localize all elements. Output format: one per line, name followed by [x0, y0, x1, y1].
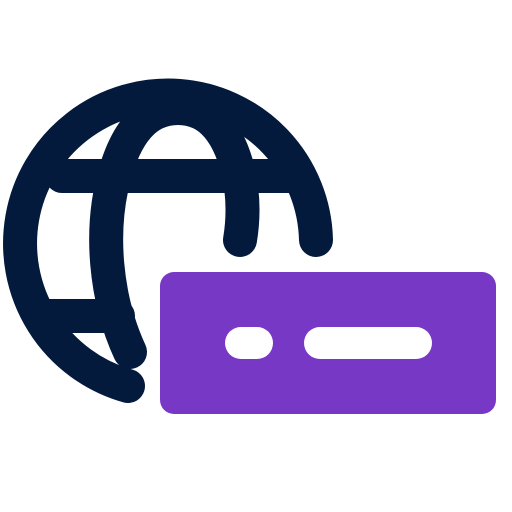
badge-dot-mark [225, 327, 273, 359]
icon-canvas [0, 0, 512, 512]
badge-dash-mark [304, 327, 432, 359]
globe-domain-icon [3, 78, 496, 414]
